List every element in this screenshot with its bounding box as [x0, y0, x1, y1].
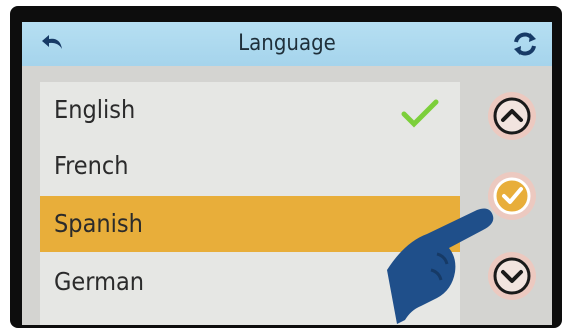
list-item-english[interactable]: English: [40, 82, 460, 138]
language-label: English: [54, 95, 136, 124]
language-label: French: [54, 151, 129, 180]
header-bar: Language: [22, 22, 552, 66]
language-label: German: [54, 267, 145, 296]
language-label: Spanish: [54, 209, 143, 238]
list-item-french[interactable]: French: [40, 138, 460, 194]
page-title: Language: [238, 31, 336, 56]
scroll-up-button[interactable]: [488, 92, 536, 140]
refresh-icon[interactable]: [510, 29, 540, 59]
pointing-hand-icon: [387, 208, 494, 324]
chevron-up-icon: [493, 97, 531, 135]
check-icon: [400, 94, 440, 128]
